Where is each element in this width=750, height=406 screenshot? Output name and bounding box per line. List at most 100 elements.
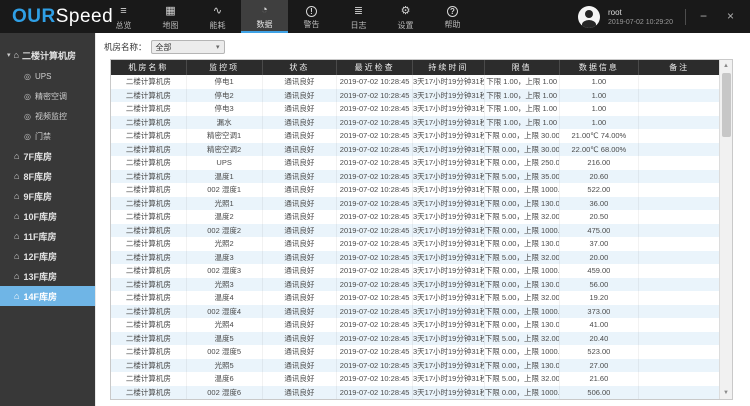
table-row[interactable]: 二楼计算机房温度6通讯良好2019-07-02 10:28:453天17小时19…: [111, 372, 719, 386]
table-row[interactable]: 二楼计算机房002 湿度4通讯良好2019-07-02 10:28:453天17…: [111, 305, 719, 319]
nav-item-help[interactable]: ?帮助: [429, 0, 476, 33]
table-row[interactable]: 二楼计算机房002 湿度2通讯良好2019-07-02 10:28:453天17…: [111, 224, 719, 238]
cell: 3天17小时19分钟31秒: [413, 332, 485, 346]
home-icon: ⌂: [14, 171, 19, 181]
cell: 停电3: [187, 102, 263, 116]
cell: 温度6: [187, 372, 263, 386]
table-row[interactable]: 二楼计算机房停电1通讯良好2019-07-02 10:28:453天17小时19…: [111, 75, 719, 89]
sidebar-item-14F库房[interactable]: ⌂14F库房: [0, 286, 95, 306]
main-nav: ≡总览▦地图∿能耗◔数据!警告≣日志⚙设置?帮助: [100, 0, 476, 33]
nav-item-data[interactable]: ◔数据: [241, 0, 288, 33]
table-row[interactable]: 二楼计算机房UPS通讯良好2019-07-02 10:28:453天17小时19…: [111, 156, 719, 170]
table-row[interactable]: 二楼计算机房精密空调2通讯良好2019-07-02 10:28:453天17小时…: [111, 143, 719, 157]
vertical-scrollbar[interactable]: ▲ ▼: [719, 60, 732, 399]
table-row[interactable]: 二楼计算机房停电2通讯良好2019-07-02 10:28:453天17小时19…: [111, 89, 719, 103]
table-row[interactable]: 二楼计算机房温度5通讯良好2019-07-02 10:28:453天17小时19…: [111, 332, 719, 346]
column-header[interactable]: 持续时间: [413, 60, 485, 75]
table-row[interactable]: 二楼计算机房光照4通讯良好2019-07-02 10:28:453天17小时19…: [111, 318, 719, 332]
sidebar-item-9F库房[interactable]: ⌂9F库房: [0, 186, 95, 206]
cell: 522.00: [560, 183, 640, 197]
user-avatar[interactable]: [578, 6, 600, 28]
sidebar-item-精密空调[interactable]: ◎精密空调: [0, 86, 95, 106]
cell: [639, 197, 719, 211]
cell: 373.00: [560, 305, 640, 319]
home-icon: ⌂: [14, 191, 19, 201]
table-row[interactable]: 二楼计算机房温度1通讯良好2019-07-02 10:28:453天17小时19…: [111, 170, 719, 184]
sidebar-item-11F库房[interactable]: ⌂11F库房: [0, 226, 95, 246]
cell: 3天17小时19分钟31秒: [413, 197, 485, 211]
cell: 下限 0.00，上限 1000.00: [485, 264, 560, 278]
table-row[interactable]: 二楼计算机房002 湿度3通讯良好2019-07-02 10:28:453天17…: [111, 264, 719, 278]
scroll-down-icon[interactable]: ▼: [720, 387, 732, 399]
nav-item-energy[interactable]: ∿能耗: [194, 0, 241, 33]
table-row[interactable]: 二楼计算机房温度4通讯良好2019-07-02 10:28:453天17小时19…: [111, 291, 719, 305]
sidebar-item-8F库房[interactable]: ⌂8F库房: [0, 166, 95, 186]
cell: [639, 318, 719, 332]
cell: 精密空调1: [187, 129, 263, 143]
nav-item-map[interactable]: ▦地图: [147, 0, 194, 33]
cell: 通讯良好: [263, 332, 338, 346]
table-row[interactable]: 二楼计算机房光照3通讯良好2019-07-02 10:28:453天17小时19…: [111, 278, 719, 292]
table-row[interactable]: 二楼计算机房光照5通讯良好2019-07-02 10:28:453天17小时19…: [111, 359, 719, 373]
column-header[interactable]: 限值: [485, 60, 560, 75]
cell: 温度5: [187, 332, 263, 346]
cell: 二楼计算机房: [111, 75, 187, 89]
cell: 通讯良好: [263, 291, 338, 305]
sidebar-item-视频监控[interactable]: ◎视频监控: [0, 106, 95, 126]
cell: 3天17小时19分钟31秒: [413, 170, 485, 184]
nav-item-overview[interactable]: ≡总览: [100, 0, 147, 33]
cell: 41.00: [560, 318, 640, 332]
help-icon: ?: [447, 6, 458, 17]
cell: 二楼计算机房: [111, 332, 187, 346]
energy-icon: ∿: [213, 5, 222, 18]
column-header[interactable]: 备注: [639, 60, 719, 75]
room-filter-select[interactable]: 全部 ▾: [151, 40, 225, 54]
scrollbar-thumb[interactable]: [722, 73, 731, 137]
sidebar-item-10F库房[interactable]: ⌂10F库房: [0, 206, 95, 226]
close-button[interactable]: ×: [721, 0, 740, 33]
cell: 通讯良好: [263, 318, 338, 332]
nav-item-alert[interactable]: !警告: [288, 0, 335, 33]
nav-item-log[interactable]: ≣日志: [335, 0, 382, 33]
cell: [639, 129, 719, 143]
table-row[interactable]: 二楼计算机房光照2通讯良好2019-07-02 10:28:453天17小时19…: [111, 237, 719, 251]
cell: 光照1: [187, 197, 263, 211]
column-header[interactable]: 最近检查: [337, 60, 413, 75]
table-row[interactable]: 二楼计算机房002 湿度1通讯良好2019-07-02 10:28:453天17…: [111, 183, 719, 197]
cell: 二楼计算机房: [111, 197, 187, 211]
column-header[interactable]: 数据信息: [560, 60, 640, 75]
sidebar-item-13F库房[interactable]: ⌂13F库房: [0, 266, 95, 286]
cell: 下限 0.00，上限 1000.00: [485, 386, 560, 400]
column-header[interactable]: 状态: [263, 60, 338, 75]
table-row[interactable]: 二楼计算机房精密空调1通讯良好2019-07-02 10:28:453天17小时…: [111, 129, 719, 143]
cell: 通讯良好: [263, 116, 338, 130]
column-header[interactable]: 机房名称: [111, 60, 187, 75]
cell: 二楼计算机房: [111, 116, 187, 130]
sidebar-item-门禁[interactable]: ◎门禁: [0, 126, 95, 146]
table-row[interactable]: 二楼计算机房光照1通讯良好2019-07-02 10:28:453天17小时19…: [111, 197, 719, 211]
nav-item-settings[interactable]: ⚙设置: [382, 0, 429, 33]
column-header[interactable]: 监控项: [187, 60, 263, 75]
cell: 下限 0.00，上限 130.00: [485, 197, 560, 211]
cell: 3天17小时19分钟31秒: [413, 251, 485, 265]
sidebar-group-computer-room[interactable]: ▾⌂二楼计算机房: [0, 44, 95, 66]
table-row[interactable]: 二楼计算机房漏水通讯良好2019-07-02 10:28:453天17小时19分…: [111, 116, 719, 130]
cell: 光照3: [187, 278, 263, 292]
sidebar-item-7F库房[interactable]: ⌂7F库房: [0, 146, 95, 166]
cell: 21.00℃ 74.00%: [560, 129, 640, 143]
filter-row: 机房名称： 全部 ▾: [96, 33, 750, 59]
scroll-up-icon[interactable]: ▲: [720, 60, 732, 72]
table-row[interactable]: 二楼计算机房温度2通讯良好2019-07-02 10:28:453天17小时19…: [111, 210, 719, 224]
sidebar-item-ups[interactable]: ◎UPS: [0, 66, 95, 86]
cell: 3天17小时19分钟31秒: [413, 156, 485, 170]
table-row[interactable]: 二楼计算机房002 湿度6通讯良好2019-07-02 10:28:453天17…: [111, 386, 719, 400]
cell: 3天17小时19分钟31秒: [413, 210, 485, 224]
sidebar-item-12F库房[interactable]: ⌂12F库房: [0, 246, 95, 266]
table-header-row: 机房名称监控项状态最近检查持续时间限值数据信息备注: [111, 60, 719, 75]
table-row[interactable]: 二楼计算机房停电3通讯良好2019-07-02 10:28:453天17小时19…: [111, 102, 719, 116]
cell: 002 湿度4: [187, 305, 263, 319]
table-row[interactable]: 二楼计算机房002 湿度5通讯良好2019-07-02 10:28:453天17…: [111, 345, 719, 359]
table-row[interactable]: 二楼计算机房温度3通讯良好2019-07-02 10:28:453天17小时19…: [111, 251, 719, 265]
minimize-button[interactable]: −: [694, 0, 713, 33]
cell: 3天17小时19分钟31秒: [413, 237, 485, 251]
